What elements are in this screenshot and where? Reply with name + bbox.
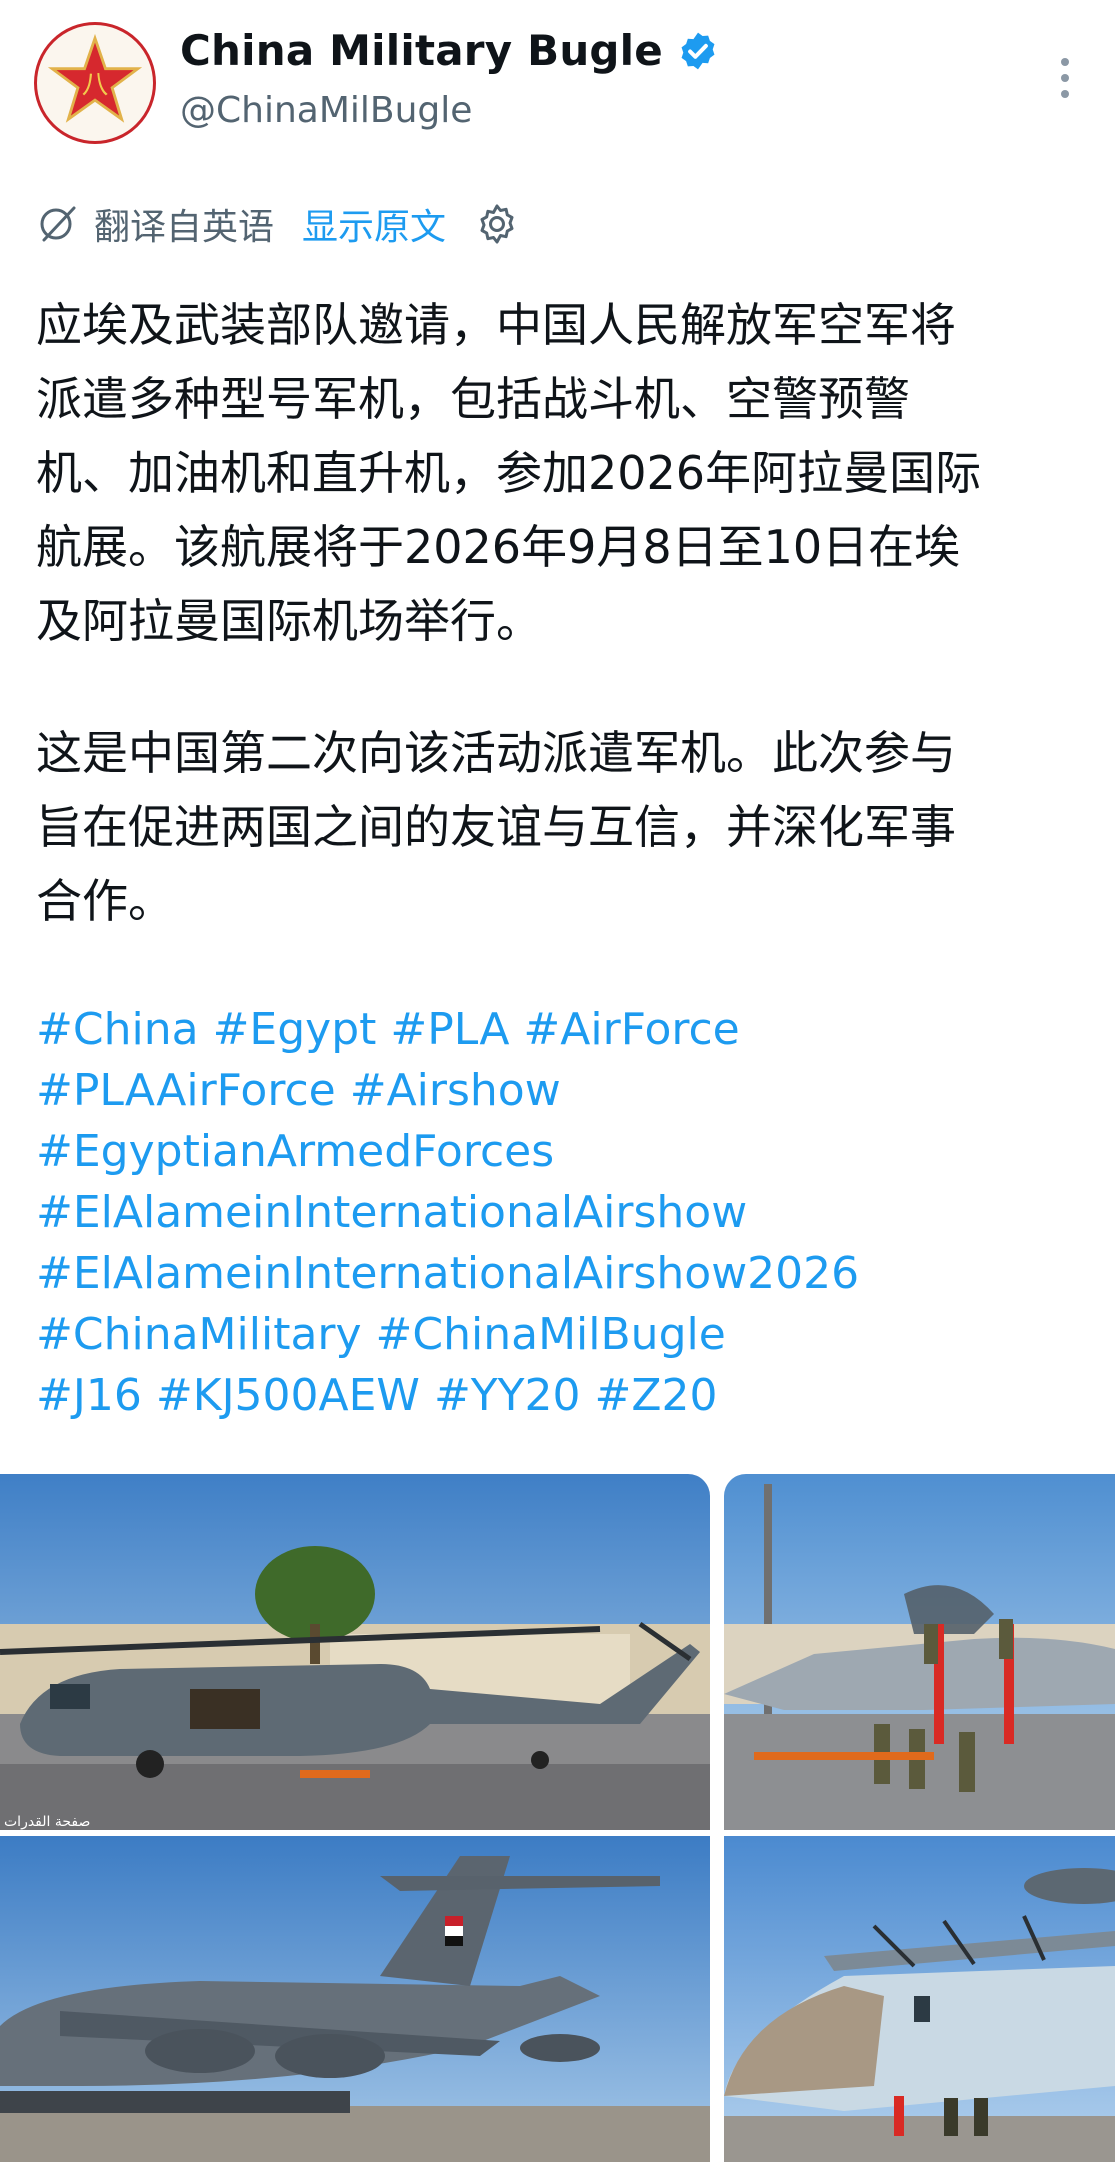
hashtag-link[interactable]: #AirForce: [523, 1004, 739, 1055]
post-header: 八 China Military Bugle @ChinaMilBugle: [0, 0, 1115, 170]
transport-aircraft-image: [0, 1836, 710, 2162]
translate-icon: [40, 206, 76, 242]
aew-aircraft-image: [724, 1836, 1115, 2162]
hashtag-block: #China #Egypt #PLA #AirForce #PLAAirForc…: [36, 999, 1096, 1426]
verified-badge-icon: [681, 32, 715, 69]
photo-fighter-jet[interactable]: [724, 1474, 1115, 1830]
hashtag-line: #ChinaMilitary #ChinaMilBugle: [36, 1304, 1096, 1365]
hashtag-link[interactable]: #ElAlameinInternationalAirshow: [36, 1187, 747, 1238]
hashtag-link[interactable]: #PLAAirForce: [36, 1065, 336, 1116]
photo-aew-aircraft[interactable]: [724, 1836, 1115, 2162]
hashtag-line: #China #Egypt #PLA #AirForce: [36, 999, 1096, 1060]
watermark-text: صفحة القدرات: [4, 1814, 90, 1830]
hashtag-link[interactable]: #PLA: [390, 1004, 509, 1055]
hashtag-line: #J16 #KJ500AEW #YY20 #Z20: [36, 1365, 1096, 1426]
text-line: 旨在促进两国之间的友谊与互信，并深化军事: [36, 800, 956, 854]
fighter-jet-image: [724, 1474, 1115, 1830]
text-line: 这是中国第二次向该活动派遣军机。此次参与: [36, 726, 956, 780]
more-options-icon[interactable]: [1055, 58, 1075, 102]
hashtag-link[interactable]: #ElAlameinInternationalAirshow2026: [36, 1248, 859, 1299]
photo-transport-aircraft[interactable]: [0, 1836, 710, 2162]
post-paragraph-2: 这是中国第二次向该活动派遣军机。此次参与 旨在促进两国之间的友谊与互信，并深化军…: [36, 716, 1086, 938]
hashtag-link[interactable]: #YY20: [434, 1370, 581, 1421]
translated-from-label: 翻译自英语: [94, 207, 275, 248]
hashtag-link[interactable]: #KJ500AEW: [156, 1370, 420, 1421]
post-paragraph-1: 应埃及武装部队邀请，中国人民解放军空军将 派遣多种型号军机，包括战斗机、空警预警…: [36, 288, 1086, 658]
gear-icon[interactable]: [474, 201, 520, 247]
translation-bar: 翻译自英语 显示原文: [36, 198, 520, 250]
text-line: 合作。: [36, 874, 174, 928]
text-line: 派遣多种型号军机，包括战斗机、空警预警: [36, 372, 910, 426]
helicopter-image: صفحة القدرات: [0, 1474, 710, 1830]
hashtag-line: #PLAAirForce #Airshow: [36, 1060, 1096, 1121]
display-name[interactable]: China Military Bugle: [180, 26, 663, 75]
text-line: 及阿拉曼国际机场举行。: [36, 594, 542, 648]
avatar[interactable]: 八: [34, 22, 156, 144]
hashtag-line: #EgyptianArmedForces: [36, 1121, 1096, 1182]
hashtag-link[interactable]: #Z20: [595, 1370, 718, 1421]
media-grid: صفحة القدرات: [0, 1474, 1115, 2162]
photo-helicopter[interactable]: صفحة القدرات: [0, 1474, 710, 1830]
hashtag-line: #ElAlameinInternationalAirshow2026: [36, 1243, 1096, 1304]
hashtag-link[interactable]: #Egypt: [213, 1004, 377, 1055]
hashtag-link[interactable]: #Airshow: [350, 1065, 561, 1116]
pla-star-logo: 八: [39, 27, 151, 139]
hashtag-line: #ElAlameinInternationalAirshow: [36, 1182, 1096, 1243]
hashtag-link[interactable]: #J16: [36, 1370, 142, 1421]
hashtag-link[interactable]: #ChinaMilitary: [36, 1309, 362, 1360]
handle[interactable]: @ChinaMilBugle: [180, 90, 472, 131]
name-row: China Military Bugle: [180, 26, 719, 75]
hashtag-link[interactable]: #EgyptianArmedForces: [36, 1126, 554, 1177]
text-line: 应埃及武装部队邀请，中国人民解放军空军将: [36, 298, 956, 352]
hashtag-link[interactable]: #China: [36, 1004, 199, 1055]
avatar-glyph: 八: [82, 69, 109, 100]
show-original-link[interactable]: 显示原文: [302, 198, 446, 250]
text-line: 机、加油机和直升机，参加2026年阿拉曼国际: [36, 446, 982, 500]
hashtag-link[interactable]: #ChinaMilBugle: [376, 1309, 726, 1360]
text-line: 航展。该航展将于2026年9月8日至10日在埃: [36, 520, 961, 574]
